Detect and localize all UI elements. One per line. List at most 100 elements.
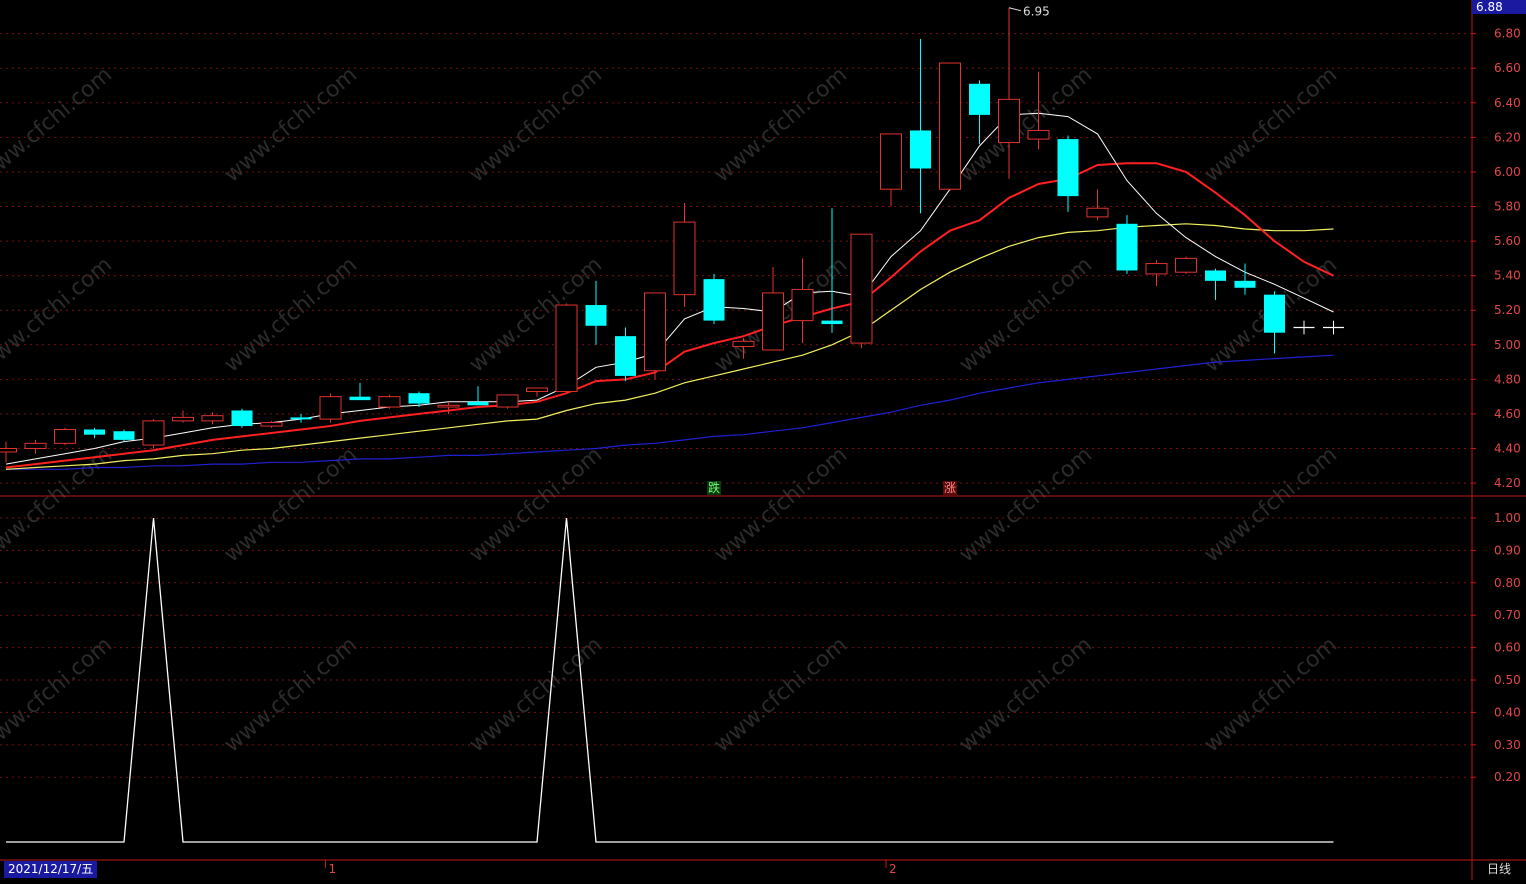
price-tick-label: 4.40 <box>1494 442 1521 456</box>
ma5-line <box>5 112 1334 465</box>
price-tick-label: 4.80 <box>1494 372 1521 386</box>
indicator-tick-label: 0.70 <box>1494 608 1521 622</box>
candle <box>615 327 636 382</box>
candle-body <box>969 83 990 115</box>
candle-body <box>821 320 843 325</box>
candle-body <box>939 62 961 190</box>
watermark-text: www.cfchi.com <box>465 442 607 567</box>
candle-body <box>1205 270 1226 281</box>
watermark-text: www.cfchi.com <box>0 62 117 187</box>
price-tick-label: 6.80 <box>1494 27 1521 41</box>
candle-body <box>349 396 371 401</box>
candle <box>791 258 814 344</box>
watermark-text: www.cfchi.com <box>1200 442 1342 567</box>
candle-body <box>791 288 814 322</box>
watermark-text: www.cfchi.com <box>220 442 362 567</box>
watermark-text: www.cfchi.com <box>710 632 852 757</box>
candle-body <box>142 420 165 446</box>
candle-body <box>850 233 873 344</box>
candle-body <box>113 431 135 440</box>
candle <box>54 427 76 446</box>
candle-body <box>585 305 607 326</box>
watermark-text: www.cfchi.com <box>220 252 362 377</box>
indicator-tick-label: 0.50 <box>1494 673 1521 687</box>
indicator-tick-label: 1.00 <box>1494 511 1521 525</box>
indicator-tick-label: 0.30 <box>1494 738 1521 752</box>
candle <box>585 280 607 345</box>
candle <box>1116 215 1138 274</box>
month-label: 2 <box>889 862 897 876</box>
candle <box>113 429 135 442</box>
candle-body <box>319 396 342 420</box>
candle <box>84 427 105 439</box>
candle <box>496 394 519 409</box>
signal-down-label: 跌 <box>708 480 720 495</box>
candle-body <box>378 396 401 408</box>
candle <box>142 419 165 449</box>
watermark-text: www.cfchi.com <box>465 632 607 757</box>
candle <box>1086 189 1109 221</box>
candle-body <box>467 401 489 406</box>
candle <box>673 203 696 307</box>
candle-body <box>172 416 194 422</box>
candle-body <box>84 429 105 435</box>
stock-chart: www.cfchi.com www.cfchi.com www.cfchi.com w… <box>0 0 1526 880</box>
candle-body <box>1086 207 1109 218</box>
candle-body <box>880 133 902 190</box>
candle-body <box>1145 263 1168 275</box>
candle <box>880 133 902 207</box>
candle-body <box>762 292 784 351</box>
candle-body <box>0 448 17 453</box>
watermark-text: www.cfchi.com <box>465 62 607 187</box>
price-tick-label: 4.20 <box>1494 476 1521 490</box>
watermark-text: www.cfchi.com <box>710 62 852 187</box>
indicator-tick-label: 0.20 <box>1494 770 1521 784</box>
candle-body <box>1057 139 1079 197</box>
price-tick-label: 5.20 <box>1494 303 1521 317</box>
candle <box>378 394 401 409</box>
watermark-text: www.cfchi.com <box>955 632 1097 757</box>
candle <box>290 413 312 423</box>
candle <box>939 62 961 191</box>
indicator-tick-label: 0.90 <box>1494 543 1521 557</box>
candle-body <box>526 387 548 392</box>
candle <box>555 303 578 394</box>
price-tick-label: 5.60 <box>1494 234 1521 248</box>
candle-body <box>644 292 666 372</box>
candle <box>1264 291 1285 354</box>
watermark-text: www.cfchi.com <box>955 252 1097 377</box>
candle-body <box>1027 129 1050 140</box>
signal-layer: 跌涨 <box>707 480 957 495</box>
candle-body <box>910 130 931 169</box>
candle-body <box>201 415 224 422</box>
candle <box>319 393 342 423</box>
indicator-tick-label: 0.80 <box>1494 576 1521 590</box>
candle-body <box>673 221 696 296</box>
candle-body <box>555 304 578 392</box>
candle <box>1175 256 1197 274</box>
candle-body <box>1264 294 1285 333</box>
chart-canvas[interactable]: www.cfchi.com www.cfchi.com www.cfchi.com w… <box>0 0 1526 880</box>
candle <box>703 273 725 325</box>
candle <box>0 441 17 463</box>
price-tick-label: 6.60 <box>1494 61 1521 75</box>
period-selector[interactable]: 日线 <box>1476 861 1522 878</box>
candle <box>24 439 47 454</box>
candle-body <box>1116 223 1138 271</box>
candle <box>1145 260 1168 287</box>
month-label: 1 <box>329 862 337 876</box>
candle-body <box>732 340 755 348</box>
watermark-text: www.cfchi.com <box>955 442 1097 567</box>
price-tick-label: 4.60 <box>1494 407 1521 421</box>
candle <box>910 38 931 214</box>
candlestick-layer: 6.95 <box>0 5 1344 463</box>
candle-body <box>260 422 283 427</box>
watermark-text: www.cfchi.com <box>220 632 362 757</box>
ma10-line <box>5 162 1334 469</box>
candle-body <box>615 336 636 376</box>
price-tick-label: 6.00 <box>1494 165 1521 179</box>
candle <box>850 233 873 349</box>
candle <box>1293 320 1315 335</box>
watermark-text: www.cfchi.com <box>1200 632 1342 757</box>
price-tick-label: 5.80 <box>1494 200 1521 214</box>
